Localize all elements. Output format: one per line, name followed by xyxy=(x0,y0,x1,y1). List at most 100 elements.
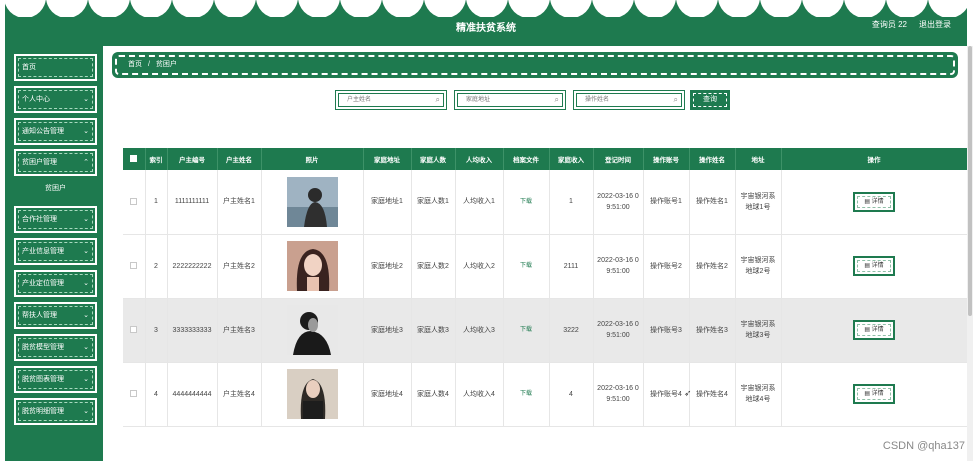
detail-icon: ▤ xyxy=(864,391,872,397)
row-checkbox[interactable] xyxy=(130,197,138,205)
cell-name: 户主姓名3 xyxy=(217,298,262,363)
cell-time: 2022-03-16 09:51:00 xyxy=(593,234,644,299)
select-all-header[interactable] xyxy=(123,148,146,170)
query-button[interactable]: 查询 xyxy=(690,90,730,110)
cell-name: 户主姓名2 xyxy=(217,234,262,299)
sidebar-item-label: 贫困户管理 xyxy=(22,159,57,166)
sidebar-item-helper[interactable]: 帮扶人管理 ⌄ xyxy=(14,302,97,329)
cell-members: 家庭人数4 xyxy=(411,362,456,427)
detail-label: 详情 xyxy=(871,263,884,269)
chevron-down-icon: ⌄ xyxy=(83,312,89,319)
app-title: 精准扶贫系统 xyxy=(456,23,516,34)
sidebar-item-label: 首页 xyxy=(22,64,36,71)
download-link[interactable]: 下载 xyxy=(520,327,532,333)
sidebar-item-industry-info[interactable]: 产业信息管理 ⌄ xyxy=(14,238,97,265)
cell-members: 家庭人数1 xyxy=(411,170,456,235)
chevron-down-icon: ⌄ xyxy=(83,344,89,351)
sidebar-item-poor-household[interactable]: 贫困户管理 ⌃ xyxy=(14,149,97,176)
cell-op-name: 操作姓名3 xyxy=(689,298,736,363)
sidebar-item-model[interactable]: 脱贫模型管理 ⌄ xyxy=(14,334,97,361)
detail-button[interactable]: ▤ 详情 xyxy=(853,320,895,340)
householder-photo xyxy=(286,369,338,419)
column-header: 索引 xyxy=(145,148,168,170)
detail-icon: ▤ xyxy=(864,198,872,205)
download-link[interactable]: 下载 xyxy=(520,263,532,269)
chevron-down-icon: ⌄ xyxy=(83,96,89,103)
cell-index: 4 xyxy=(145,362,168,427)
cell-op-account: 操作账号1 xyxy=(643,170,690,235)
cell-address: 家庭地址2 xyxy=(363,234,412,299)
search-bar: ⌕ ⌕ ⌕ 查询 xyxy=(103,90,967,112)
download-link[interactable]: 下载 xyxy=(520,199,532,205)
cell-members: 家庭人数2 xyxy=(411,234,456,299)
search-icon: ⌕ xyxy=(554,95,559,104)
chevron-down-icon: ⌄ xyxy=(83,280,89,287)
sidebar-item-industry-location[interactable]: 产业定位管理 ⌄ xyxy=(14,270,97,297)
sidebar-item-cooperative[interactable]: 合作社管理 ⌄ xyxy=(14,206,97,233)
detail-button[interactable]: ▤ 详情 xyxy=(853,384,895,404)
watermark: CSDN @qha137 xyxy=(882,440,965,452)
chevron-down-icon: ⌄ xyxy=(83,376,89,383)
cell-income: 2111 xyxy=(549,234,594,299)
cell-time: 2022-03-16 09:51:00 xyxy=(593,170,644,235)
cell-location: 宇宙银河系地球3号 xyxy=(735,298,782,363)
cell-time: 2022-03-16 09:51:00 xyxy=(593,362,644,427)
sidebar: 首页 个人中心 ⌄ 通知公告管理 ⌄ 贫困户管理 ⌃ 贫困户 合作社管理 ⌄ 产业信息管… xyxy=(5,46,103,461)
sidebar-item-label: 通知公告管理 xyxy=(22,128,64,135)
cell-op-name: 操作姓名4 xyxy=(689,362,736,427)
sidebar-item-chart[interactable]: 脱贫图表管理 ⌄ xyxy=(14,366,97,393)
column-header: 登记时间 xyxy=(593,148,644,170)
search-field-operator: ⌕ xyxy=(573,90,685,110)
search-icon: ⌕ xyxy=(435,95,440,104)
sidebar-subitem-poor-household[interactable]: 贫困户 xyxy=(14,179,97,199)
main-content: 首页 / 贫困户 ⌕ ⌕ ⌕ 查询 索引 xyxy=(103,46,968,461)
sidebar-item-personal-center[interactable]: 个人中心 ⌄ xyxy=(14,86,97,113)
operator-name-input[interactable] xyxy=(576,93,682,107)
householder-name-input[interactable] xyxy=(338,93,444,107)
cell-income: 4 xyxy=(549,362,594,427)
column-header: 家庭地址 xyxy=(363,148,412,170)
table-row: 3 3333333333 户主姓名3 家庭地址3 家庭人数3 人均收入3 下载 … xyxy=(123,298,968,363)
sidebar-item-notice[interactable]: 通知公告管理 ⌄ xyxy=(14,118,97,145)
detail-button[interactable]: ▤ 详情 xyxy=(853,191,895,212)
column-header: 档案文件 xyxy=(503,148,550,170)
cell-op-account: 操作账号4 xyxy=(643,362,690,427)
vertical-scrollbar[interactable] xyxy=(967,46,973,461)
cell-index: 3 xyxy=(145,298,168,363)
cell-address: 家庭地址4 xyxy=(363,362,412,427)
cell-index: 2 xyxy=(145,234,168,299)
column-header: 人均收入 xyxy=(455,148,504,170)
household-table: 索引 户主编号 户主姓名 照片 家庭地址 家庭人数 人均收入 档案文件 家庭收入… xyxy=(123,148,968,427)
search-field-address: ⌕ xyxy=(454,90,566,110)
chevron-down-icon: ⌄ xyxy=(83,248,89,255)
householder-photo xyxy=(286,305,338,355)
sidebar-item-label: 脱贫模型管理 xyxy=(22,344,64,351)
detail-label: 详情 xyxy=(871,391,884,397)
select-all-checkbox[interactable] xyxy=(130,155,138,163)
sidebar-item-home[interactable]: 首页 xyxy=(14,54,97,81)
detail-label: 详情 xyxy=(871,198,884,205)
chevron-down-icon: ⌄ xyxy=(83,128,89,135)
detail-button[interactable]: ▤ 详情 xyxy=(853,256,895,276)
chevron-up-icon: ⌃ xyxy=(83,159,89,166)
cell-op-name: 操作姓名1 xyxy=(689,170,736,235)
row-checkbox[interactable] xyxy=(130,390,138,398)
download-link[interactable]: 下载 xyxy=(520,391,532,397)
top-header: 精准扶贫系统 查询员 22 退出登录 xyxy=(5,0,967,46)
cell-location: 宇宙银河系地球4号 xyxy=(735,362,782,427)
cell-location: 宇宙银河系地球2号 xyxy=(735,234,782,299)
cell-name: 户主姓名1 xyxy=(217,170,262,235)
scrollbar-thumb[interactable] xyxy=(968,46,972,316)
breadcrumb-home[interactable]: 首页 xyxy=(128,61,142,68)
column-header: 户主姓名 xyxy=(217,148,262,170)
breadcrumb: 首页 / 贫困户 xyxy=(112,52,958,78)
householder-photo xyxy=(286,241,338,291)
mouse-cursor-icon: ➶ xyxy=(684,388,692,398)
chevron-down-icon: ⌄ xyxy=(83,408,89,415)
sidebar-item-detail[interactable]: 脱贫明细管理 ⌄ xyxy=(14,398,97,425)
current-user[interactable]: 查询员 22 xyxy=(872,19,907,30)
logout-link[interactable]: 退出登录 xyxy=(919,19,951,30)
row-checkbox[interactable] xyxy=(130,326,138,334)
row-checkbox[interactable] xyxy=(130,262,138,270)
home-address-input[interactable] xyxy=(457,93,563,107)
